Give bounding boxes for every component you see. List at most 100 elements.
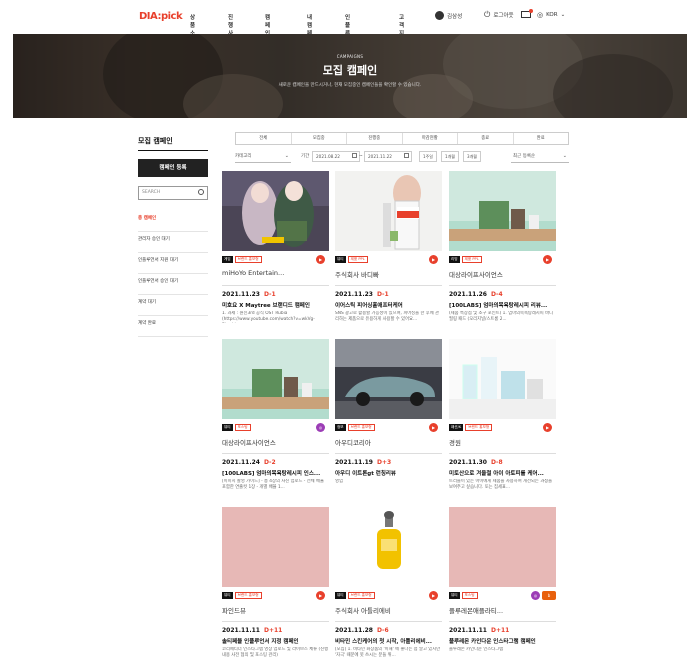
date-from-input[interactable]: 2021.08.22 [312, 151, 360, 162]
campaign-title[interactable]: 이어스틱 피어싱홀애프터케어 [335, 301, 442, 309]
sidebar-item-apply-pending[interactable]: 인플루언서 지원 대기 [138, 253, 208, 274]
campaign-thumbnail[interactable] [335, 171, 442, 251]
tag-group: 뷰티 브랜드 홍보형 [335, 592, 375, 599]
blog-icon: b [542, 591, 556, 600]
period-3month-button[interactable]: 3개월 [463, 151, 481, 162]
campaign-card[interactable]: 정보 브랜드 홍보형 ▶ 아우디코리아 2021.11.19 D+3 아우디 이트… [335, 339, 442, 499]
campaign-thumbnail[interactable] [449, 171, 556, 251]
product-photo [335, 171, 442, 251]
campaign-thumbnail[interactable] [449, 507, 556, 587]
campaign-thumbnail[interactable] [335, 339, 442, 419]
language-label: KOR [546, 12, 558, 18]
campaign-thumbnail[interactable] [222, 339, 329, 419]
campaign-thumbnail[interactable] [335, 507, 442, 587]
type-tag: 브랜드 홍보형 [234, 592, 262, 599]
sidebar-item-approval-pending[interactable]: 인플루언서 승인 대기 [138, 274, 208, 295]
campaign-card[interactable]: 뷰티 제품 PPL ▶ 주식회사 바디빠 2021.11.23 D-1 이어스틱 … [335, 171, 442, 331]
dday-badge: D-1 [376, 291, 389, 298]
campaign-thumbnail[interactable] [222, 507, 329, 587]
logout-button[interactable]: ⏻ 로그아웃 [484, 10, 514, 20]
type-tag: 브랜드 홍보형 [234, 256, 262, 263]
dday-badge: D+11 [263, 627, 283, 634]
campaign-title[interactable]: 솔티페블 인플루언서 지정 캠페인 [222, 637, 329, 645]
sidebar-item-contract-done[interactable]: 계약 완료 [138, 316, 208, 337]
campaign-title[interactable]: [100LABS] 엄마의목욕탕레시피 리뷰... [449, 301, 556, 309]
category-select[interactable]: 카테고리 ⌄ [235, 150, 291, 163]
youtube-icon: ▶ [316, 255, 325, 264]
brand-name: 주식회사 바디빠 [335, 271, 379, 279]
campaign-date: 2021.11.24 D-2 [222, 453, 329, 466]
campaign-thumbnail[interactable] [449, 339, 556, 419]
tag-group: 패션/K 브랜드 홍보형 [449, 424, 493, 431]
tab-completed[interactable]: 완료 [514, 133, 569, 144]
tab-in-progress[interactable]: 진행중 [347, 133, 403, 144]
product-photo [449, 339, 556, 419]
campaign-title[interactable]: 미토산으로 겨울철 아이 아토피를 케어... [449, 469, 556, 477]
logout-label: 로그아웃 [493, 13, 514, 19]
page-frame: DIA:pick 상품 소개 진행 사례 캠페인 등록 내 캠페인 인플루언서 … [13, 0, 687, 666]
campaign-date: 2021.11.30 D-8 [449, 453, 556, 466]
mail-icon [521, 9, 533, 18]
chevron-down-icon: ⌄ [562, 153, 567, 159]
product-photo [449, 171, 556, 251]
type-tag: 제품 PPL [461, 256, 482, 263]
campaign-title[interactable]: 플루레몬 카인다운 인스타그램 캠페인 [449, 637, 556, 645]
campaign-card[interactable]: 뷰티 포스팅 ◎ 대상라이프사이언스 2021.11.24 D-2 [100LAB… [222, 339, 329, 499]
dday-badge: D-4 [490, 291, 503, 298]
campaign-title[interactable]: 비타민 스킨케어의 첫 시작, 아틀리에비... [335, 637, 442, 645]
logo[interactable]: DIA:pick [139, 11, 183, 22]
search-icon[interactable] [198, 189, 204, 195]
dday-badge: D-1 [263, 291, 276, 298]
date-value: 2021.11.28 [335, 627, 373, 634]
campaign-date: 2021.11.11 D+11 [449, 621, 556, 634]
campaign-card[interactable]: 뷰티 포스팅 ◎ b 플루레몬애플라티... 2021.11.11 D+11 플루… [449, 507, 556, 667]
tab-recruiting[interactable]: 모집중 [292, 133, 347, 144]
campaign-card[interactable]: 게임 브랜드 홍보형 ▶ miHoYo Entertain... 2021.11… [222, 171, 329, 331]
search-input[interactable]: SEARCH [138, 186, 208, 200]
brand-name: miHoYo Entertain... [222, 269, 285, 277]
youtube-icon: ▶ [316, 591, 325, 600]
tab-ended[interactable]: 종료 [458, 133, 514, 144]
sidebar-item-all[interactable]: 총 캠페인 [138, 211, 208, 232]
campaign-card[interactable]: 뷰티 브랜드 홍보형 ▶ 파인드뷰 2021.11.11 D+11 솔티페블 인플… [222, 507, 329, 667]
hero-banner: CAMPAIGNS 모집 캠페인 새로운 캠페인을 만드시거나, 현재 모집중인… [13, 34, 687, 118]
sidebar-item-contract-pending[interactable]: 계약 대기 [138, 295, 208, 316]
campaign-date: 2021.11.11 D+11 [222, 621, 329, 634]
campaign-description: [이미지 촬영 가이드] - 총 4장의 사진 업로드 - 전체 배율 포함한 … [222, 479, 324, 490]
date-value: 2021.11.24 [222, 459, 260, 466]
sort-select[interactable]: 최근 등록순 ⌄ [511, 150, 569, 163]
campaign-description: (제품 특장점 및 소구 포인트) 1. 엄마의목욕탕레시피 바디 필링 패드 … [449, 311, 553, 322]
campaign-card[interactable]: 뷰티 브랜드 홍보형 ▶ 주식회사 아틀리에비 2021.11.28 D-6 비타… [335, 507, 442, 667]
period-1week-button[interactable]: 1주일 [419, 151, 437, 162]
tag-group: 정보 브랜드 홍보형 [335, 424, 375, 431]
campaign-card[interactable]: 리빙 제품 PPL ▶ 대상라이프사이언스 2021.11.26 D-4 [100… [449, 171, 556, 331]
campaign-description: 영업 [335, 479, 343, 484]
campaign-description: SNS 광고로 활용할 가능성이 있으며, 피어싱을 한 후에 관리하는 제품으… [335, 311, 439, 322]
sidebar-item-admin-pending[interactable]: 관리자 승인 대기 [138, 232, 208, 253]
language-select[interactable]: ◎ KOR ⌄ [537, 11, 565, 19]
campaign-date: 2021.11.26 D-4 [449, 285, 556, 298]
category-tag: 정보 [335, 424, 346, 431]
campaign-card[interactable]: 패션/K 브랜드 홍보형 ▶ 경원 2021.11.30 D-8 미토산으로 겨울… [449, 339, 556, 499]
calendar-icon [404, 153, 409, 158]
period-1month-button[interactable]: 1개월 [441, 151, 459, 162]
tab-closing[interactable]: 마감현황 [403, 133, 458, 144]
filter-bar: 카테고리 ⌄ 기간 2021.08.22 ~ 2021.11.22 1주일 1개… [235, 150, 569, 164]
brand-name: 아우디코리아 [335, 439, 371, 447]
date-to-input[interactable]: 2021.11.22 [364, 151, 412, 162]
register-campaign-button[interactable]: 캠페인 등록 [138, 159, 208, 177]
category-tag: 게임 [222, 256, 233, 263]
mail-button[interactable] [521, 9, 533, 18]
tab-all[interactable]: 전체 [236, 133, 292, 144]
campaign-description: 코리페티더 인스타그램 영상 업로드 및 라이브스 체류 (진행 내용 사전 협… [222, 647, 329, 658]
date-value: 2021.11.11 [222, 627, 260, 634]
campaign-thumbnail[interactable] [222, 171, 329, 251]
campaign-title[interactable]: 아우디 이트론gt 런칭리뷰 [335, 469, 442, 477]
user-menu[interactable]: 김삼성 [435, 11, 462, 20]
campaign-title[interactable]: 미호요 X Maytree 브랜디드 캠페인 [222, 301, 329, 309]
tag-group: 게임 브랜드 홍보형 [222, 256, 262, 263]
dday-badge: D-8 [490, 459, 503, 466]
youtube-icon: ▶ [543, 255, 552, 264]
campaign-title[interactable]: [100LABS] 엄마의목욕탕레시피 인스... [222, 469, 329, 477]
power-icon: ⏻ [484, 10, 491, 19]
